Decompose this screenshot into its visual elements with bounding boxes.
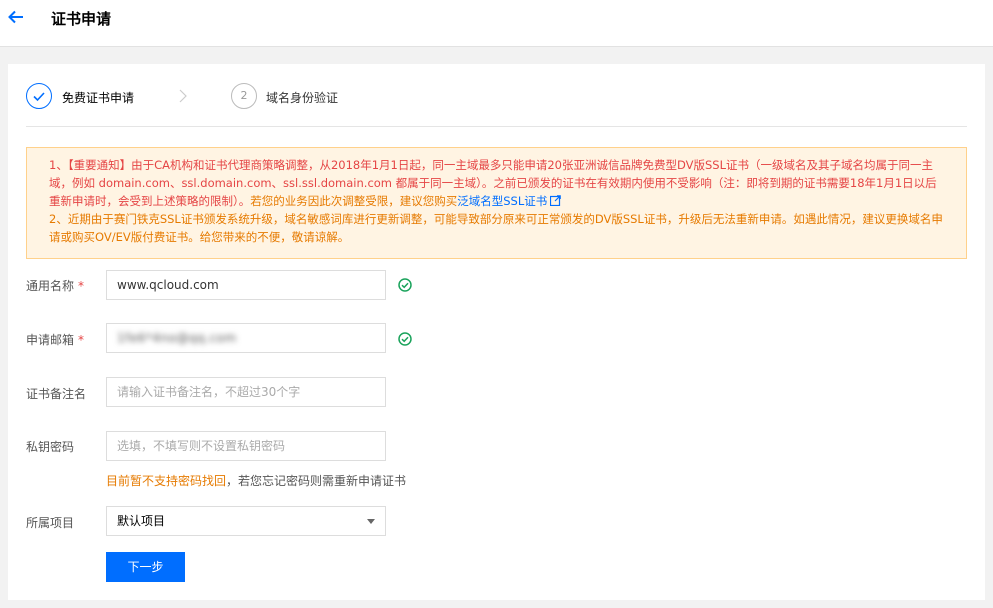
email-label: 申请邮箱 * (26, 333, 85, 347)
notice-line-2: 2、近期由于赛门铁克SSL证书颁发系统升级，域名敏感词库进行更新调整，可能导致部… (49, 212, 943, 244)
step-1-label: 免费证书申请 (62, 91, 135, 105)
notice-box: 1、【重要通知】由于CA机构和证书代理商策略调整，从2018年1月1日起，同一主… (26, 147, 967, 259)
top-bar: 证书申请 (0, 0, 993, 47)
step-2-label: 域名身份验证 (266, 91, 339, 105)
step-indicator: 免费证书申请 2 域名身份验证 (8, 64, 985, 128)
project-label: 所属项目 (26, 516, 75, 530)
page-title: 证书申请 (51, 10, 112, 28)
private-key-password-input[interactable]: 选填，不填写则不设置私钥密码 (106, 431, 386, 461)
caret-down-icon (367, 519, 375, 524)
main-card: 免费证书申请 2 域名身份验证 1、【重要通知】由于CA机构和证书代理商策略调整… (8, 64, 985, 600)
notice-line-1-suggestion: 若您的业务因此次调整受限，建议您购买 (250, 194, 458, 208)
step-1-circle (26, 83, 52, 109)
steps-divider (26, 126, 967, 127)
password-hint: 目前暂不支持密码找回，若您忘记密码则需重新申请证书 (106, 474, 407, 488)
check-circle-icon (398, 278, 412, 292)
check-icon (33, 92, 45, 102)
remark-label: 证书备注名 (26, 387, 87, 401)
step-2-circle: 2 (231, 83, 257, 109)
private-key-password-label: 私钥密码 (26, 440, 75, 454)
project-select[interactable]: 默认项目 (106, 506, 386, 536)
remark-input[interactable]: 请输入证书备注名，不超过30个字 (106, 377, 386, 407)
email-input[interactable]: 1fe6*4no@qq.com (106, 323, 386, 353)
external-link-icon[interactable] (550, 193, 562, 207)
chevron-right-icon (176, 88, 190, 104)
common-name-input[interactable]: www.qcloud.com (106, 270, 386, 300)
email-value-blurred: 1fe6*4no@qq.com (117, 331, 237, 345)
check-circle-icon (398, 332, 412, 346)
project-select-value: 默认项目 (117, 514, 166, 528)
next-button[interactable]: 下一步 (106, 552, 185, 582)
wildcard-cert-link[interactable]: 泛域名型SSL证书 (457, 194, 547, 208)
common-name-label: 通用名称 * (26, 279, 85, 293)
back-arrow-icon[interactable] (6, 7, 26, 27)
